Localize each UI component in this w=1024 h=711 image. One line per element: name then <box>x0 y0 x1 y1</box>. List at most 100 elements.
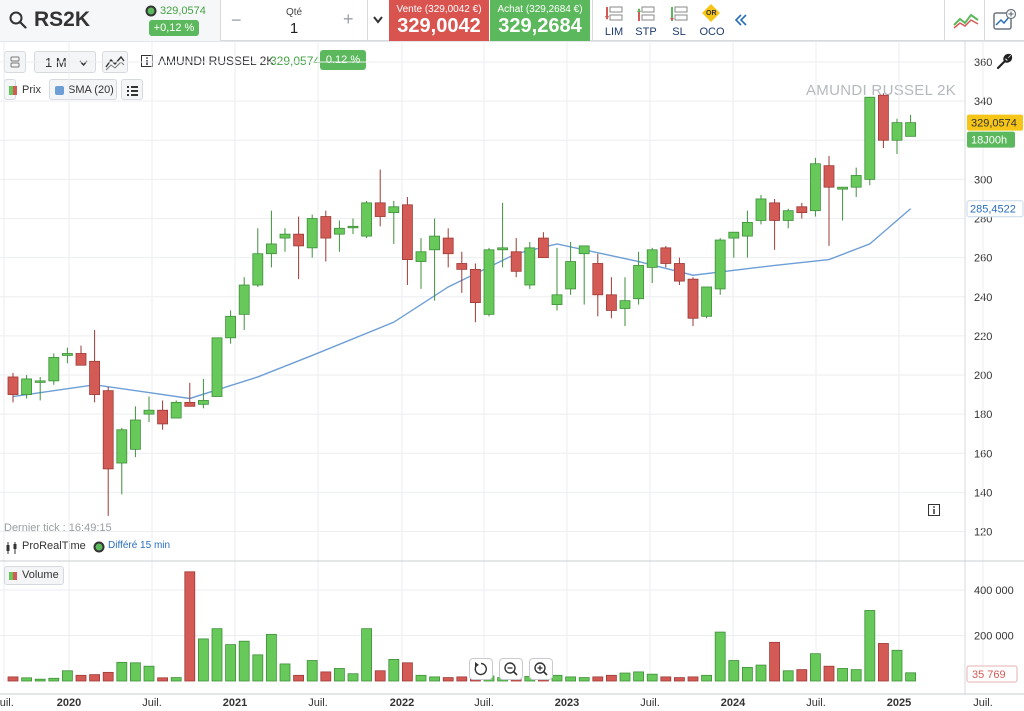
legend-volume[interactable]: Volume <box>4 566 64 585</box>
volume-bar <box>170 677 182 682</box>
volume-bar <box>252 654 264 682</box>
volume-bar <box>442 677 454 682</box>
volume-bar <box>864 610 876 682</box>
candle-body <box>782 210 794 221</box>
volume-bar <box>429 676 441 682</box>
volume-tick-label: 200 000 <box>974 631 1014 643</box>
volume-bar <box>7 676 19 682</box>
candle-body <box>687 278 699 319</box>
volume-bar <box>551 674 563 682</box>
volume-bar <box>687 676 699 682</box>
candle-body <box>374 202 386 217</box>
price-chart[interactable]: 360340320300280260240220200180160140120J… <box>0 0 1024 711</box>
candle-body <box>878 94 889 141</box>
volume-bar <box>850 669 862 682</box>
volume-bar <box>279 663 291 682</box>
volume-bar <box>701 674 712 682</box>
volume-bar <box>238 640 250 682</box>
candle-body <box>864 96 876 180</box>
candle-body <box>728 231 740 239</box>
volume-bar <box>211 628 223 682</box>
time-tick-label: Juil. <box>806 697 826 709</box>
zoom-in-button[interactable] <box>529 658 553 680</box>
volume-bar <box>388 658 400 682</box>
volume-swatch-down <box>13 572 17 580</box>
candle-body <box>306 218 318 249</box>
candle-body <box>578 245 590 255</box>
candle-body <box>592 263 604 296</box>
time-tick-label: 2021 <box>223 697 247 709</box>
volume-bar <box>891 649 903 682</box>
candle-body <box>429 235 441 251</box>
candle-body <box>755 198 767 221</box>
volume-bar <box>21 677 33 682</box>
volume-bar <box>225 644 237 682</box>
time-tick-label: Juil. <box>142 697 162 709</box>
candle-body <box>769 202 780 221</box>
volume-bar <box>374 670 386 682</box>
volume-bar <box>714 631 726 682</box>
candle-body <box>347 225 359 229</box>
volume-tick-label: 400 000 <box>974 585 1014 597</box>
volume-bar <box>347 673 359 682</box>
volume-bar <box>48 677 60 682</box>
volume-bar <box>837 668 848 682</box>
volume-bar <box>293 674 305 682</box>
candle-body <box>524 247 536 286</box>
candle-body <box>89 360 100 395</box>
zoom-in-icon <box>534 662 548 676</box>
volume-bar <box>905 672 916 682</box>
candle-body <box>211 337 223 397</box>
time-tick-label: 2022 <box>390 697 414 709</box>
candle-body <box>646 249 658 268</box>
volume-bar <box>810 653 821 682</box>
volume-bar <box>184 571 196 682</box>
volume-bar <box>75 674 87 682</box>
volume-bar <box>129 662 141 682</box>
volume-bar <box>674 677 685 682</box>
time-tick-label: 2025 <box>887 697 911 709</box>
zoom-out-button[interactable] <box>499 658 523 680</box>
volume-bar <box>157 677 169 682</box>
candle-body <box>388 206 400 214</box>
time-tick-label: Juil. <box>308 697 328 709</box>
time-tick-label: 2023 <box>555 697 579 709</box>
candle-body <box>660 247 672 264</box>
sma-line <box>12 208 912 400</box>
volume-bar <box>89 674 100 682</box>
candle-body <box>823 165 835 188</box>
time-tick-label: Juil. <box>0 697 14 709</box>
candle-body <box>714 239 726 290</box>
volume-bar <box>660 676 672 682</box>
volume-bar <box>62 670 73 682</box>
candle-body <box>469 268 481 304</box>
candle-body <box>606 294 617 311</box>
volume-bar <box>742 666 753 682</box>
volume-bar <box>578 677 590 682</box>
candle-body <box>333 227 345 235</box>
candle-body <box>565 261 576 290</box>
candle-body <box>102 390 114 470</box>
time-tick-label: 2024 <box>721 697 746 709</box>
candle-body <box>891 122 903 141</box>
candle-body <box>551 294 563 305</box>
volume-value-tag: 35 769 <box>972 669 1006 681</box>
candle-body <box>633 265 644 300</box>
candle-body <box>401 204 413 260</box>
candle-body <box>483 249 495 315</box>
volume-bar <box>116 661 128 682</box>
volume-bar <box>565 676 576 682</box>
candle-body <box>742 222 753 237</box>
candle-body <box>674 263 685 282</box>
candle-body <box>701 286 712 317</box>
volume-bar <box>265 633 277 682</box>
reset-zoom-button[interactable] <box>469 658 493 680</box>
volume-bar <box>769 641 780 682</box>
candle-body <box>619 300 631 309</box>
legend-volume-label: Volume <box>22 569 59 581</box>
candle-body <box>143 409 155 415</box>
candle-body <box>252 253 264 286</box>
volume-bar <box>320 671 332 682</box>
candle-body <box>170 401 182 419</box>
zoom-out-icon <box>504 662 518 676</box>
